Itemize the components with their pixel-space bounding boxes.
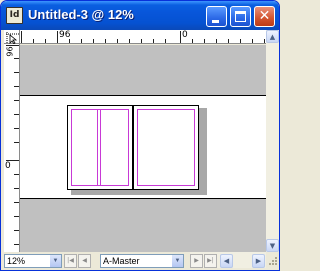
ruler-minor-tick (192, 39, 193, 43)
right-arrow-icon: ▶ (255, 257, 262, 265)
zoom-field[interactable]: 12% ▼ (4, 254, 62, 268)
ruler-minor-tick (14, 216, 19, 217)
minimize-button[interactable] (206, 6, 227, 27)
horizontal-ruler[interactable]: 96 0 (20, 30, 266, 44)
chevron-down-icon: ▼ (174, 258, 181, 264)
maximize-icon (235, 11, 246, 22)
status-bar: 12% ▼ |◀ ◀ A-Master ▼ (1, 252, 190, 270)
ruler-origin-icon (6, 32, 19, 45)
ruler-minor-tick (14, 188, 19, 189)
up-arrow-icon: ▲ (269, 33, 276, 41)
page-left[interactable] (67, 105, 133, 190)
scroll-left-button[interactable]: ◀ (220, 254, 233, 268)
master-value: A-Master (103, 256, 140, 266)
ruler-minor-tick (14, 244, 19, 245)
app-icon-label: Id (9, 10, 20, 20)
ruler-minor-tick (153, 39, 154, 43)
indesign-app-icon[interactable]: Id (6, 7, 23, 24)
ruler-minor-tick (14, 100, 19, 101)
previous-page-button[interactable]: ◀ (78, 254, 91, 268)
scroll-down-button[interactable]: ▼ (266, 239, 279, 252)
next-page-button[interactable]: ▶ (190, 254, 203, 268)
resize-grip[interactable] (266, 252, 279, 268)
ruler-origin-corner[interactable] (4, 30, 20, 45)
zoom-value: 12% (7, 256, 26, 266)
ruler-major-tick (21, 31, 22, 43)
scroll-right-button[interactable]: ▶ (252, 254, 265, 268)
pasteboard-top[interactable] (20, 45, 266, 96)
page-right[interactable] (133, 105, 199, 190)
ruler-minor-tick (165, 39, 166, 43)
ruler-minor-tick (69, 39, 70, 43)
column-guide (100, 109, 101, 186)
window-title: Untitled-3 @ 12% (28, 7, 134, 22)
left-arrow-icon: ◀ (223, 257, 230, 265)
chevron-down-icon: ▼ (52, 258, 59, 264)
ruler-label-0-vertical: 0 (5, 161, 11, 171)
ruler-minor-tick (105, 39, 106, 43)
ruler-minor-tick (14, 142, 19, 143)
resize-grip-icon (269, 257, 277, 265)
ruler-major-tick (180, 31, 181, 43)
page-master-field[interactable]: A-Master ▼ (100, 254, 184, 268)
ruler-minor-tick (81, 39, 82, 43)
minimize-icon (212, 20, 219, 23)
vertical-scrollbar[interactable]: ▲ ▼ (266, 30, 279, 252)
maximize-button[interactable] (230, 6, 251, 27)
ruler-minor-tick (33, 39, 34, 43)
ruler-minor-tick (14, 230, 19, 231)
ruler-minor-tick (45, 39, 46, 43)
ruler-minor-tick (264, 39, 265, 43)
ruler-minor-tick (129, 39, 130, 43)
ruler-minor-tick (240, 39, 241, 43)
next-page-icon: ▶ (194, 257, 199, 264)
ruler-minor-tick (216, 39, 217, 43)
close-icon: ✕ (258, 8, 271, 24)
ruler-minor-tick (14, 174, 19, 175)
last-page-icon: ▶| (207, 257, 214, 264)
ruler-minor-tick (14, 58, 19, 59)
close-button[interactable]: ✕ (254, 6, 275, 27)
first-page-icon: |◀ (67, 257, 74, 264)
down-arrow-icon: ▼ (269, 242, 276, 250)
ruler-label-96-vertical: 96 (5, 46, 15, 57)
ruler-minor-tick (204, 39, 205, 43)
ruler-label-0: 0 (182, 30, 188, 40)
document-window: Id Untitled-3 @ 12% ✕ 96 0 96 0 ▲ ▼ 12% … (0, 0, 280, 271)
title-bar[interactable]: Id Untitled-3 @ 12% ✕ (1, 1, 279, 30)
zoom-dropdown-button[interactable]: ▼ (50, 255, 61, 267)
horizontal-scrollbar[interactable]: ▶ ▶| ◀ ▶ (190, 252, 266, 268)
last-page-button[interactable]: ▶| (204, 254, 217, 268)
ruler-minor-tick (141, 39, 142, 43)
pasteboard-bottom[interactable] (20, 198, 266, 252)
previous-page-icon: ◀ (82, 257, 87, 264)
ruler-minor-tick (14, 128, 19, 129)
margin-guide (137, 109, 195, 186)
ruler-minor-tick (14, 114, 19, 115)
document-canvas[interactable] (20, 45, 266, 252)
ruler-major-tick (57, 31, 58, 43)
master-dropdown-button[interactable]: ▼ (172, 255, 183, 267)
scroll-up-button[interactable]: ▲ (266, 30, 279, 43)
ruler-minor-tick (93, 39, 94, 43)
ruler-minor-tick (117, 39, 118, 43)
first-page-button[interactable]: |◀ (64, 254, 77, 268)
ruler-minor-tick (14, 86, 19, 87)
ruler-minor-tick (228, 39, 229, 43)
ruler-minor-tick (252, 39, 253, 43)
column-guide (97, 109, 98, 186)
ruler-minor-tick (14, 202, 19, 203)
ruler-minor-tick (14, 72, 19, 73)
vertical-ruler[interactable]: 96 0 (4, 44, 20, 252)
